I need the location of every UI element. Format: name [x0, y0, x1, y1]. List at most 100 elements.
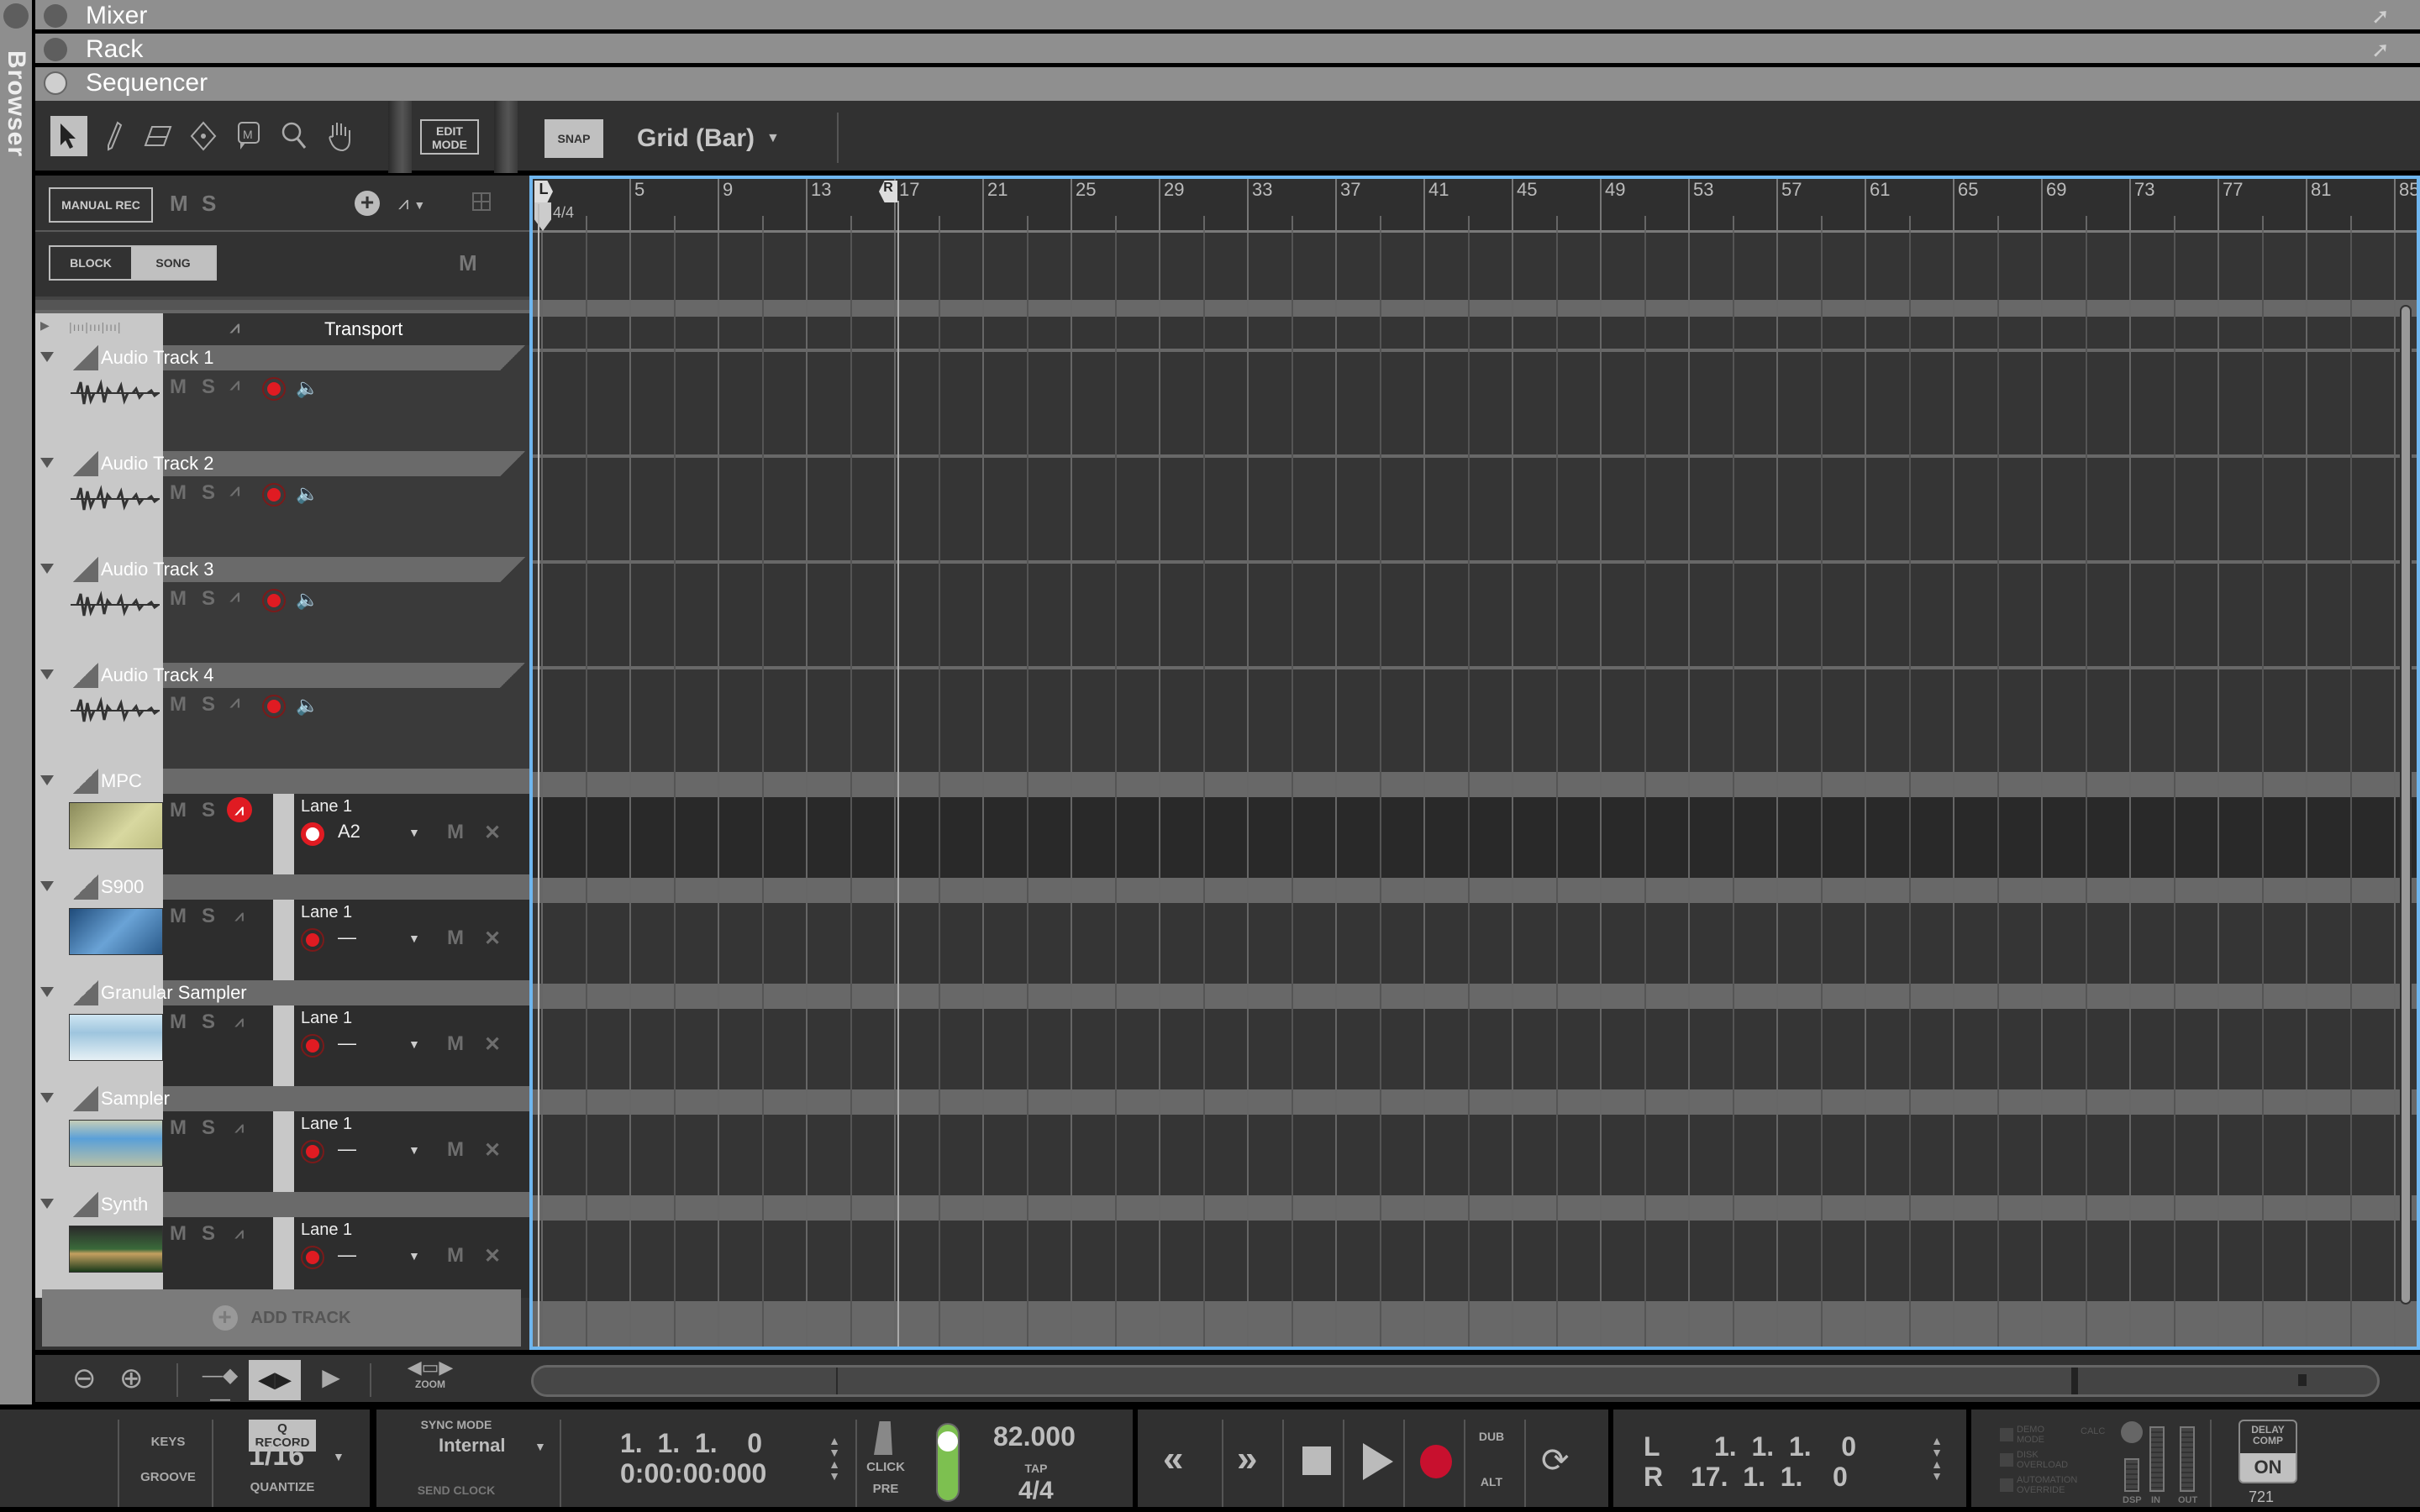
- chevron-down-icon[interactable]: ▼: [534, 1440, 546, 1453]
- track-mute-button[interactable]: M: [170, 375, 187, 399]
- track-name[interactable]: Granular Sampler: [101, 982, 247, 1004]
- track-solo-button[interactable]: S: [202, 1222, 215, 1246]
- pre-label[interactable]: PRE: [860, 1482, 911, 1496]
- monitor-speaker-icon[interactable]: 🔈: [296, 589, 318, 611]
- lane-mute-button[interactable]: M: [447, 1032, 464, 1056]
- zoom-fit-button[interactable]: ◀▭▶ ZOOM: [397, 1357, 464, 1402]
- automation-icon[interactable]: ⩘: [227, 903, 252, 928]
- automation-icon[interactable]: ⩘: [230, 481, 239, 501]
- song-position-bars[interactable]: 1. 1. 1. 0: [620, 1428, 762, 1459]
- add-track-button[interactable]: + ADD TRACK: [42, 1289, 521, 1347]
- record-enable-icon[interactable]: [262, 589, 286, 612]
- monitor-speaker-icon[interactable]: 🔈: [296, 377, 318, 399]
- waveform-medium-icon[interactable]: ◀▶: [249, 1360, 301, 1400]
- lane-mute-button[interactable]: M: [447, 1138, 464, 1162]
- keys-button[interactable]: KEYS: [126, 1435, 210, 1449]
- track-name[interactable]: Audio Track 1: [101, 347, 214, 369]
- solo-all-button[interactable]: S: [202, 191, 216, 217]
- track-mute-button[interactable]: M: [170, 905, 187, 928]
- track-solo-button[interactable]: S: [202, 905, 215, 928]
- monitor-speaker-icon[interactable]: 🔈: [296, 483, 318, 505]
- track-solo-button[interactable]: S: [202, 481, 215, 505]
- hand-tool-icon[interactable]: [321, 116, 358, 156]
- track-mute-button[interactable]: M: [170, 587, 187, 611]
- track-mute-button[interactable]: M: [170, 1116, 187, 1140]
- record-enable-icon[interactable]: [262, 695, 286, 718]
- vertical-scrollbar[interactable]: [2400, 305, 2412, 1305]
- rewind-icon[interactable]: «: [1163, 1438, 1183, 1480]
- transport-track-row[interactable]: ▶ |ııı|ııı|ııı| ⩘ Transport: [35, 313, 529, 345]
- track-name[interactable]: Sampler: [101, 1088, 170, 1110]
- automation-icon[interactable]: ⩘: [230, 318, 239, 338]
- instrument-thumbnail[interactable]: [69, 802, 163, 849]
- play-icon[interactable]: [1363, 1443, 1393, 1480]
- track-name[interactable]: MPC: [101, 770, 142, 792]
- automation-icon[interactable]: ⩘: [227, 1009, 252, 1034]
- track-mute-button[interactable]: M: [170, 693, 187, 717]
- delete-lane-icon[interactable]: ✕: [484, 1138, 501, 1163]
- fast-forward-icon[interactable]: »: [1237, 1438, 1257, 1480]
- track-mute-button[interactable]: M: [170, 481, 187, 505]
- lane-value[interactable]: —: [338, 1244, 356, 1266]
- zoom-out-icon[interactable]: ⊖: [72, 1362, 97, 1395]
- chevron-down-icon[interactable]: ▼: [408, 826, 420, 839]
- magnify-tool-icon[interactable]: [276, 116, 313, 156]
- track-name[interactable]: S900: [101, 876, 144, 898]
- delete-lane-icon[interactable]: ✕: [484, 1244, 501, 1268]
- send-clock-button[interactable]: SEND CLOCK: [410, 1483, 502, 1497]
- lane-record-icon[interactable]: [301, 1246, 324, 1269]
- select-tool-icon[interactable]: [50, 116, 87, 156]
- snap-button[interactable]: SNAP: [544, 119, 603, 158]
- automation-icon[interactable]: ⩘: [227, 797, 252, 822]
- chevron-down-icon[interactable]: ▼: [408, 1143, 420, 1157]
- zoom-in-icon[interactable]: ⊕: [119, 1362, 144, 1395]
- song-position-time[interactable]: 0:00:00:000: [620, 1458, 766, 1489]
- eraser-tool-icon[interactable]: [139, 116, 176, 156]
- left-locator-value[interactable]: 1. 1. 1. 0: [1714, 1431, 1856, 1462]
- track-header[interactable]: Synth M S ⩘ Lane 1— ▼ M ✕: [35, 1192, 529, 1298]
- tempo-value[interactable]: 82.000: [993, 1421, 1076, 1452]
- delete-lane-icon[interactable]: ✕: [484, 1032, 501, 1057]
- block-button[interactable]: BLOCK: [50, 247, 131, 279]
- track-name[interactable]: Synth: [101, 1194, 148, 1215]
- panel-bar-rack[interactable]: Rack ➚: [35, 34, 2420, 66]
- collapse-triangle-icon[interactable]: [40, 458, 54, 468]
- track-solo-button[interactable]: S: [202, 799, 215, 822]
- collapse-triangle-icon[interactable]: [40, 775, 54, 785]
- automation-icon[interactable]: ⩘: [227, 1221, 252, 1246]
- chevron-down-icon[interactable]: ▼: [408, 1037, 420, 1051]
- track-name[interactable]: Audio Track 3: [101, 559, 214, 580]
- delete-lane-icon[interactable]: ✕: [484, 927, 501, 951]
- panel-bar-mixer[interactable]: Mixer ➚: [35, 0, 2420, 32]
- sync-mode-value[interactable]: Internal: [439, 1435, 505, 1457]
- mute-all-button[interactable]: M: [170, 191, 188, 217]
- razor-tool-icon[interactable]: [185, 116, 222, 156]
- loop-icon[interactable]: ⟳: [1541, 1441, 1570, 1480]
- lane-value[interactable]: —: [338, 1032, 356, 1054]
- delete-lane-icon[interactable]: ✕: [484, 821, 501, 845]
- delay-comp-button[interactable]: DELAY COMP ON: [2238, 1420, 2297, 1483]
- track-header[interactable]: Granular Sampler M S ⩘ Lane 1— ▼ M ✕: [35, 980, 529, 1086]
- grid-view-icon[interactable]: [472, 192, 491, 211]
- track-solo-button[interactable]: S: [202, 1011, 215, 1034]
- automation-override-label[interactable]: AUTOMATION OVERRIDE: [2017, 1475, 2092, 1495]
- automation-icon[interactable]: ⩘: [227, 1115, 252, 1140]
- panel-toggle-icon[interactable]: [44, 71, 67, 95]
- lane-value[interactable]: A2: [338, 821, 360, 843]
- dub-button[interactable]: DUB: [1470, 1430, 1512, 1443]
- instrument-thumbnail[interactable]: [69, 1014, 163, 1061]
- track-mute-button[interactable]: M: [170, 1011, 187, 1034]
- instrument-thumbnail[interactable]: [69, 1226, 163, 1273]
- groove-button[interactable]: GROOVE: [126, 1470, 210, 1484]
- record-enable-icon[interactable]: [262, 483, 286, 507]
- mute-tool-icon[interactable]: M: [230, 116, 267, 156]
- detach-arrow-icon[interactable]: ➚: [2371, 5, 2396, 27]
- track-mute-button[interactable]: M: [170, 1222, 187, 1246]
- expand-triangle-icon[interactable]: ▶: [40, 318, 50, 333]
- click-level-slider[interactable]: [936, 1423, 960, 1502]
- lane-value[interactable]: —: [338, 927, 356, 948]
- waveform-large-icon[interactable]: ▶: [306, 1363, 356, 1397]
- timeline-ruler[interactable]: 5 9 13 17 21 25 29 33 37 41 45 49 53 57 61 65 69 73 77 81 85: [533, 179, 2417, 233]
- scrollbar-thumb[interactable]: [534, 1368, 2071, 1394]
- automation-icon[interactable]: ⩘: [230, 375, 239, 395]
